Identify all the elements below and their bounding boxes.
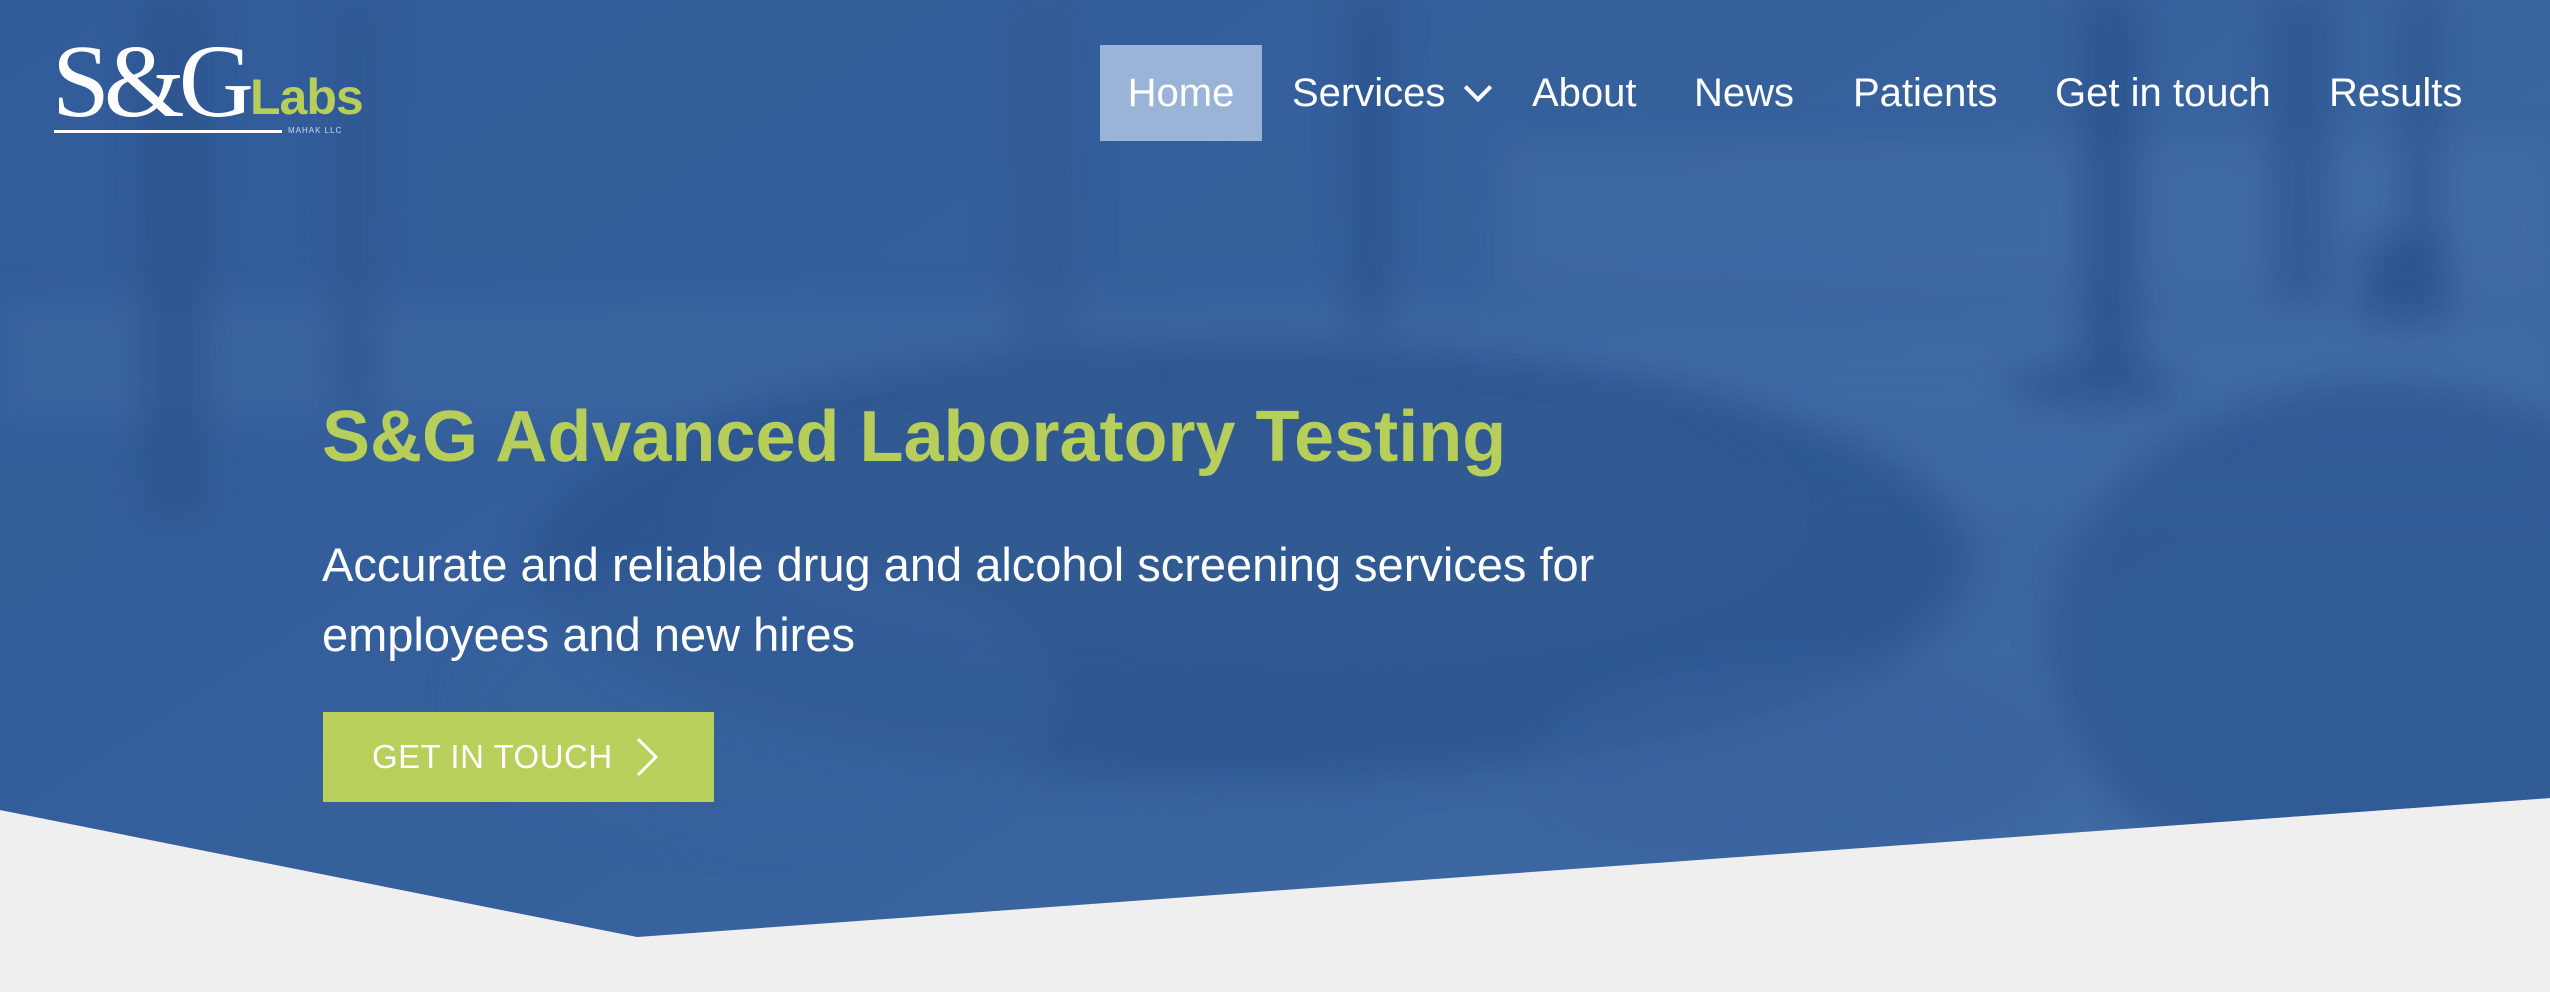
nav-item-label: Home: [1127, 71, 1235, 115]
hero-title: S&G Advanced Laboratory Testing: [322, 397, 1507, 477]
nav-item-results[interactable]: Results: [2329, 45, 2462, 141]
hero-section: S&G Labs MAHAK LLC Home Services About N…: [0, 0, 2550, 992]
nav-item-label: About: [1532, 71, 1637, 115]
nav-item-about[interactable]: About: [1532, 45, 1637, 141]
chevron-down-icon[interactable]: [1463, 73, 1493, 103]
nav-item-patients[interactable]: Patients: [1853, 45, 1998, 141]
nav-item-label: Patients: [1853, 71, 1998, 115]
nav-item-label: News: [1694, 71, 1795, 115]
hero-background-image: [0, 0, 2550, 992]
nav-item-label: Results: [2329, 71, 2463, 115]
nav-item-services[interactable]: Services: [1292, 45, 1493, 141]
nav-item-home[interactable]: Home: [1100, 45, 1262, 141]
hero-subtitle: Accurate and reliable drug and alcohol s…: [322, 538, 1595, 661]
main-nav: Home Services About News Patients Get in…: [0, 45, 2550, 141]
get-in-touch-button[interactable]: GET IN TOUCH: [323, 712, 714, 802]
nav-item-news[interactable]: News: [1694, 45, 1794, 141]
nav-item-label: Services: [1292, 71, 1446, 115]
chevron-right-icon: [630, 737, 664, 777]
nav-item-label: Get in touch: [2055, 71, 2271, 115]
cta-button-label: GET IN TOUCH: [372, 738, 613, 775]
nav-item-get-in-touch[interactable]: Get in touch: [2055, 45, 2271, 141]
